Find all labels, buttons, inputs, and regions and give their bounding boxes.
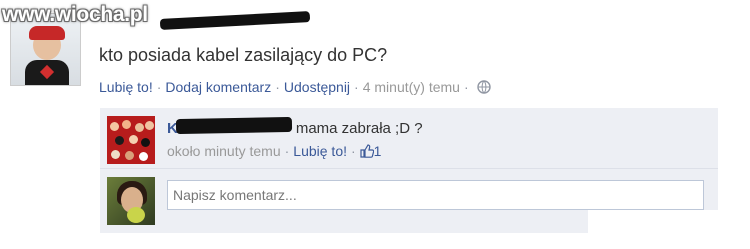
comment-meta: około minuty temu · Lubię to! · 1 xyxy=(167,143,382,161)
redacted-poster-name xyxy=(159,11,311,30)
post-text: kto posiada kabel zasilający do PC? xyxy=(99,45,388,65)
globe-icon[interactable] xyxy=(476,80,491,97)
post-timestamp[interactable]: 4 minut(y) temu xyxy=(363,79,460,95)
thumbs-up-icon[interactable] xyxy=(360,144,374,161)
erased-area xyxy=(588,210,728,240)
commenter-avatar[interactable] xyxy=(107,116,155,164)
watermark: www.wiocha.pl xyxy=(2,3,148,26)
comment-like-count[interactable]: 1 xyxy=(374,143,382,159)
comment-timestamp[interactable]: około minuty temu xyxy=(167,143,281,159)
comment-like-link[interactable]: Lubię to! xyxy=(293,143,347,159)
comment-divider xyxy=(100,168,718,169)
redacted-commenter-name xyxy=(175,116,293,135)
like-link[interactable]: Lubię to! xyxy=(99,79,153,95)
current-user-avatar xyxy=(107,177,155,225)
add-comment-link[interactable]: Dodaj komentarz xyxy=(165,79,271,95)
share-link[interactable]: Udostępnij xyxy=(284,79,350,95)
comment-input[interactable] xyxy=(167,180,704,210)
post-actions: Lubię to! · Dodaj komentarz · Udostępnij · 4 m… xyxy=(99,79,491,97)
comment-text: mama zabrała ;D ? xyxy=(295,120,423,137)
